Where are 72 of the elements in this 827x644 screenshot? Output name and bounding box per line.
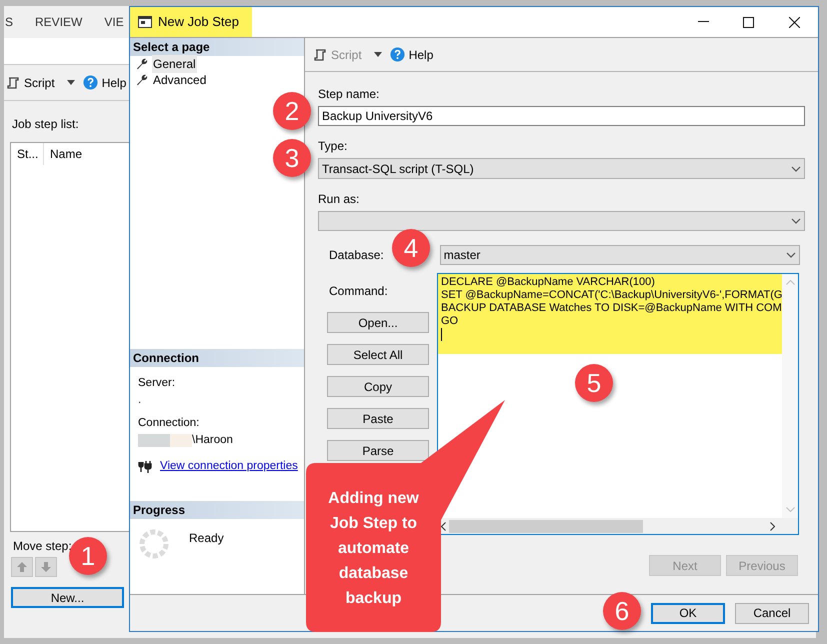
plug-icon [138,460,152,473]
callout-text: Adding new Job Step to automate database backup [327,489,420,609]
scrollbar-thumb[interactable] [449,520,643,532]
server-label: Server: [138,376,176,391]
connection-label: Connection: [138,416,200,430]
dropdown-arrow-icon [374,52,382,57]
text-cursor [441,328,442,341]
window-icon [138,16,152,28]
run-as-dropdown[interactable] [318,211,805,231]
step-name-field[interactable]: Backup UniversityV6 [318,106,805,126]
step-name-label: Step name: [318,86,380,103]
connection-value: \Haroon [192,432,233,448]
code-line: BACKUP DATABASE Watches TO DISK=@BackupName WITH COM [441,302,782,315]
new-step-button[interactable]: New... [11,587,124,608]
help-button[interactable]: Help [102,74,126,92]
page-item[interactable]: Advanced [152,71,208,89]
wrench-icon [136,58,148,70]
scroll-left-icon [441,522,446,530]
code-line: SET @BackupName=CONCAT('C:\Backup\UniversityV6-',FORMAT(G [441,289,782,302]
section-header: Progress [130,501,304,519]
dialog-button[interactable]: Select All [327,344,429,365]
page-item[interactable]: General [152,55,197,73]
help-button[interactable]: Help [408,46,434,64]
maximize-icon[interactable] [743,16,754,28]
help-icon [390,47,405,62]
script-icon [313,48,327,62]
server-value: . [138,393,142,408]
section-header: Connection [130,349,304,367]
connection-properties-link[interactable]: View connection properties [160,458,298,476]
dialog-button[interactable]: Paste [327,408,429,429]
down-arrow-icon [41,562,51,572]
script-button[interactable]: Script [24,74,55,92]
scroll-right-icon [770,522,775,530]
help-icon [82,75,98,90]
dialog-button[interactable]: Parse [327,440,429,461]
dropdown-caret-icon [786,252,796,258]
ribbon-tab[interactable]: REVIEW [35,13,82,31]
minimize-icon[interactable] [698,21,709,23]
move-up-button[interactable] [11,557,33,577]
move-down-button[interactable] [35,557,57,577]
ribbon-tab[interactable]: VIE [104,13,124,31]
ribbon-tab[interactable]: S [5,13,14,31]
database-label: Database: [329,247,384,264]
code-line: DECLARE @BackupName VARCHAR(100) [441,276,656,289]
scroll-down-icon [786,507,795,512]
command-label: Command: [328,283,389,300]
type-dropdown[interactable]: Transact-SQL script (T-SQL) [318,158,805,179]
wrench-icon [136,74,148,86]
script-icon [6,76,20,90]
redacted-mark [138,434,192,447]
dialog-button[interactable]: Open... [327,312,429,333]
column-header[interactable]: St... [11,143,44,165]
dialog-button[interactable]: Cancel [735,602,809,624]
dropdown-arrow-icon [66,80,75,85]
progress-status: Ready [189,530,224,547]
database-dropdown[interactable]: master [440,245,800,265]
code-line: GO [441,315,460,328]
column-header[interactable]: Name [44,143,88,165]
run-as-label: Run as: [318,191,360,208]
dialog-button[interactable]: OK [651,602,725,624]
job-step-list-label: Job step list: [12,117,79,131]
dropdown-caret-icon [791,166,801,172]
dropdown-caret-icon [791,218,801,224]
window-title: New Job Step [158,13,239,32]
section-header: Select a page [130,38,304,56]
move-step-label: Move step: [13,539,72,553]
dialog-button[interactable]: Copy [327,376,429,397]
progress-spinner-icon [139,529,169,559]
up-arrow-icon [17,562,27,572]
type-label: Type: [318,138,348,155]
close-icon[interactable] [789,16,800,28]
scroll-up-icon [786,280,795,285]
